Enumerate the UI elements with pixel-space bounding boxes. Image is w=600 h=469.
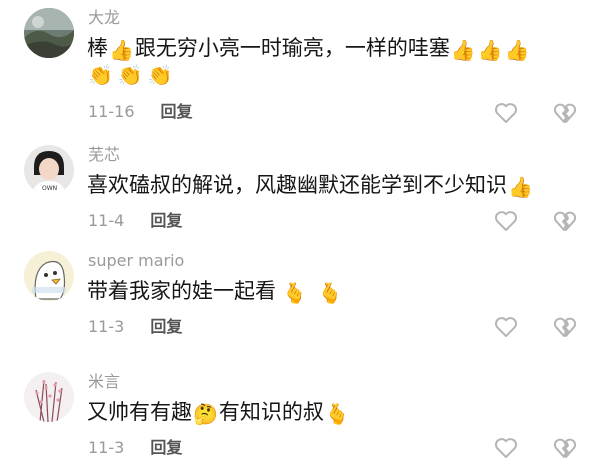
dislike-broken-heart-icon[interactable] [553,316,577,338]
thumbs-up-icon: 👍 [508,175,533,199]
username[interactable]: super mario [88,251,184,271]
svg-text:OWN: OWN [42,185,57,192]
comment-text: 棒👍跟无穷小亮一时瑜亮，一样的哇塞👍 👍 👍 [87,36,530,62]
like-heart-icon[interactable] [494,437,518,459]
reply-button[interactable]: 回复 [161,102,193,121]
comment-date: 11-3 [88,317,125,336]
thumbs-up-icon: 👍 [504,38,530,62]
clap-icon: 👏 [117,63,143,87]
thinking-face-icon: 🤔 [193,402,218,426]
dislike-broken-heart-icon[interactable] [553,102,577,124]
emoji-row: 👏 👏 👏 [87,65,177,85]
comment-date: 11-16 [88,102,135,121]
comment-text: 喜欢磕叔的解说，风趣幽默还能学到不少知识👍 [87,173,533,199]
like-heart-icon[interactable] [494,102,518,124]
clap-icon: 👏 [147,63,173,87]
dislike-broken-heart-icon[interactable] [553,437,577,459]
username[interactable]: 大龙 [88,8,120,28]
heart-hands-icon: 🫰 [324,402,350,426]
username[interactable]: 米言 [88,372,120,392]
comment-meta: 11-3 回复 [88,438,182,458]
comment-meta: 11-4 回复 [88,211,182,231]
comment-item: 大龙 棒👍跟无穷小亮一时瑜亮，一样的哇塞👍 👍 👍 👏 👏 👏 11-16 回复 [0,8,600,128]
dislike-broken-heart-icon[interactable] [553,210,577,232]
comment-date: 11-3 [88,438,125,457]
comment-item: 米言 又帅有有趣🤔有知识的叔🫰 11-3 回复 [0,372,600,469]
like-heart-icon[interactable] [494,210,518,232]
reply-button[interactable]: 回复 [150,438,182,457]
username[interactable]: 芜芯 [88,145,120,165]
comment-text: 又帅有有趣🤔有知识的叔🫰 [87,400,350,426]
clap-icon: 👏 [88,63,113,87]
thumbs-up-icon: 👍 [477,38,503,62]
reply-button[interactable]: 回复 [150,211,182,230]
comment-item: OWN 芜芯 喜欢磕叔的解说，风趣幽默还能学到不少知识👍 11-4 回复 [0,145,600,245]
avatar[interactable] [24,8,74,58]
comment-meta: 11-16 回复 [88,102,193,122]
comment-meta: 11-3 回复 [88,317,182,337]
comment-date: 11-4 [88,211,125,230]
avatar[interactable] [24,372,74,422]
comment-item: super mario 带着我家的娃一起看 🫰 🫰 11-3 回复 [0,251,600,351]
heart-hands-icon: 🫰 [282,281,307,305]
reply-button[interactable]: 回复 [150,317,182,336]
avatar[interactable] [24,251,74,301]
heart-hands-icon: 🫰 [317,281,343,305]
thumbs-up-icon: 👍 [109,38,134,62]
avatar[interactable]: OWN [24,145,74,195]
thumbs-up-icon: 👍 [450,38,476,62]
like-heart-icon[interactable] [494,316,518,338]
comment-text: 带着我家的娃一起看 🫰 🫰 [87,279,343,305]
comment-list: 大龙 棒👍跟无穷小亮一时瑜亮，一样的哇塞👍 👍 👍 👏 👏 👏 11-16 回复 OWN [0,0,600,469]
